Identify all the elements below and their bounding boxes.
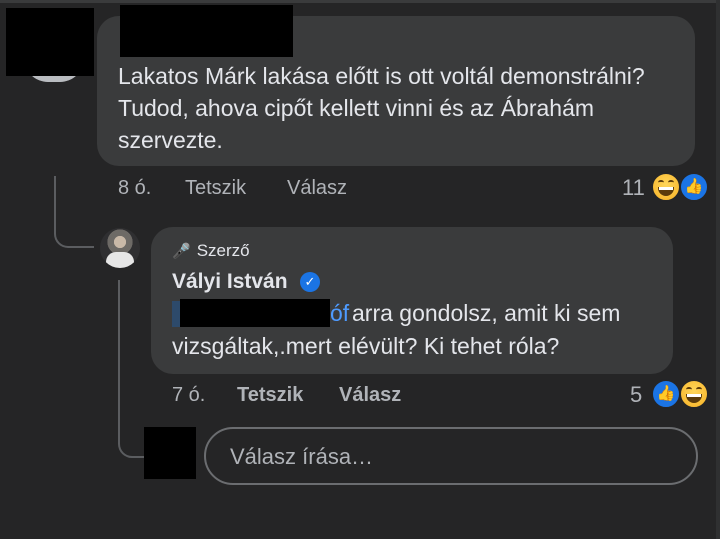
top-divider [0, 0, 720, 3]
comment-text: Lakatos Márk lakása előtt is ott voltál … [118, 63, 645, 153]
avatar-redacted[interactable] [6, 8, 94, 76]
author-badge-label: Szerző [196, 241, 250, 260]
reply-input[interactable]: Válasz írása… [204, 427, 698, 485]
comment-reply-button[interactable]: Válasz [287, 177, 347, 200]
comment-like-button[interactable]: Tetszik [185, 177, 246, 200]
reply-text-line1: arra gondolsz, amit ki sem [352, 300, 621, 326]
like-icon[interactable]: 👍 [679, 172, 709, 202]
verified-badge-icon: ✓ [300, 272, 320, 292]
haha-icon[interactable] [651, 172, 681, 202]
composer-connector [118, 424, 144, 458]
thread-connector [54, 220, 94, 248]
reply-reply-button[interactable]: Válasz [339, 384, 401, 407]
microphone-icon: 🎤 [172, 243, 191, 260]
like-icon[interactable]: 👍 [651, 379, 681, 409]
mention-highlight [172, 301, 180, 327]
reply-input-placeholder: Válasz írása… [230, 444, 374, 469]
mention-link[interactable]: óf [330, 300, 349, 327]
reply-text-line2: vizsgáltak,.mert elévült? Ki tehet róla? [172, 333, 560, 359]
haha-icon[interactable] [679, 379, 709, 409]
thread-line [54, 176, 56, 226]
avatar[interactable] [100, 228, 140, 268]
comment-timestamp[interactable]: 8 ó. [118, 177, 151, 200]
reply-reaction-count[interactable]: 5 [630, 382, 642, 408]
current-user-avatar-redacted [144, 427, 196, 479]
reply-author-name[interactable]: Vályi István [172, 270, 288, 294]
reply-like-button[interactable]: Tetszik [237, 384, 303, 407]
reply-timestamp[interactable]: 7 ó. [172, 384, 205, 407]
author-badge: 🎤 Szerző [172, 241, 250, 261]
author-name-redacted[interactable] [120, 5, 293, 57]
scrollbar[interactable] [716, 0, 720, 539]
mention-redacted[interactable] [180, 299, 330, 327]
reply-thread-line [118, 280, 120, 430]
comment-reaction-count[interactable]: 11 [622, 175, 645, 201]
